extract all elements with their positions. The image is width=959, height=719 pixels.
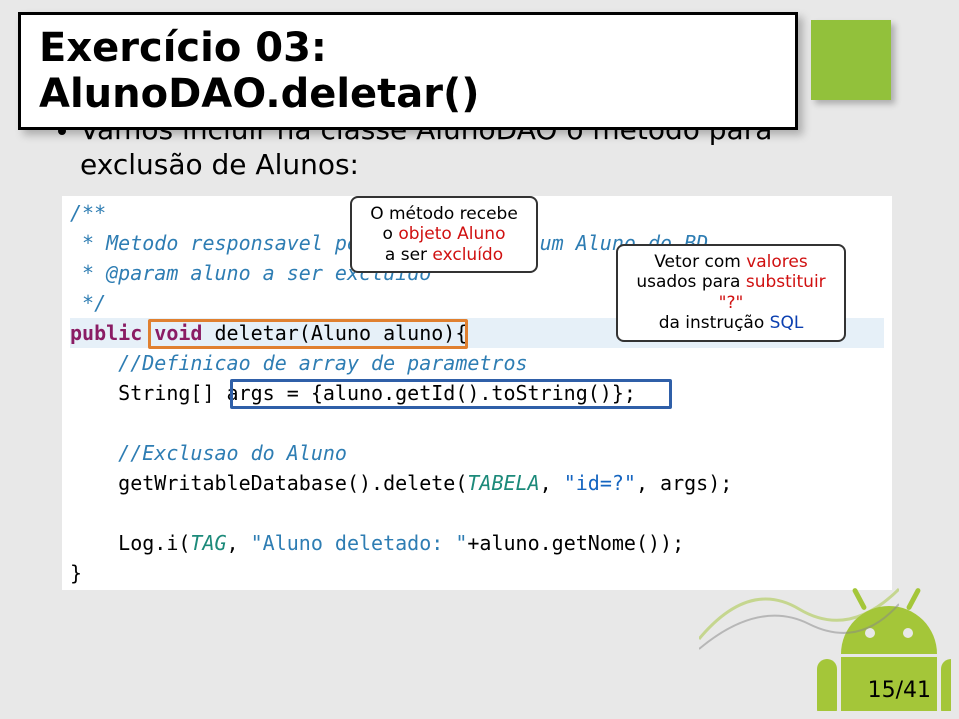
callout-line: O método recebe [364,204,524,224]
code-string: "id=?" [564,471,636,495]
abstract-curve-icon [699,569,899,659]
code-const: TABELA [467,471,539,495]
code-text: getWritableDatabase().delete( [70,471,467,495]
code-text: +aluno.getNome()); [467,531,684,555]
code-line: //Exclusao do Aluno [70,441,347,465]
code-text: , [540,471,564,495]
slide-title: Exercício 03: AlunoDAO.deletar() [39,25,777,117]
callout-line: Vetor com valores [630,252,832,272]
callout-line: a ser excluído [364,245,524,265]
code-line: /** [70,201,106,225]
code-line: */ [70,291,106,315]
code-const: TAG [190,531,226,555]
code-line: } [70,561,82,585]
code-string: "Aluno deletado: " [251,531,468,555]
code-text: deletar(Aluno aluno){ [202,321,467,345]
callout-line: da instrução SQL [630,313,832,333]
code-text: Log.i( [70,531,190,555]
callout-method-input: O método recebe o objeto Aluno a ser exc… [350,196,538,273]
title-box: Exercício 03: AlunoDAO.deletar() [18,12,798,130]
callout-line: o objeto Aluno [364,224,524,244]
code-line: String[] args = {aluno.getId().toString(… [70,381,636,405]
callout-args-vector: Vetor com valores usados para substituir… [616,244,846,342]
code-keyword: void [142,321,202,345]
code-text: , [227,531,251,555]
slide: Exercício 03: AlunoDAO.deletar() Vamos i… [0,0,959,719]
accent-square [811,20,891,100]
code-text: , args); [636,471,732,495]
page-number: 15/41 [868,678,931,703]
code-keyword: public [70,321,142,345]
callout-line: usados para substituir "?" [630,272,832,313]
code-line: //Definicao de array de parametros [70,351,528,375]
